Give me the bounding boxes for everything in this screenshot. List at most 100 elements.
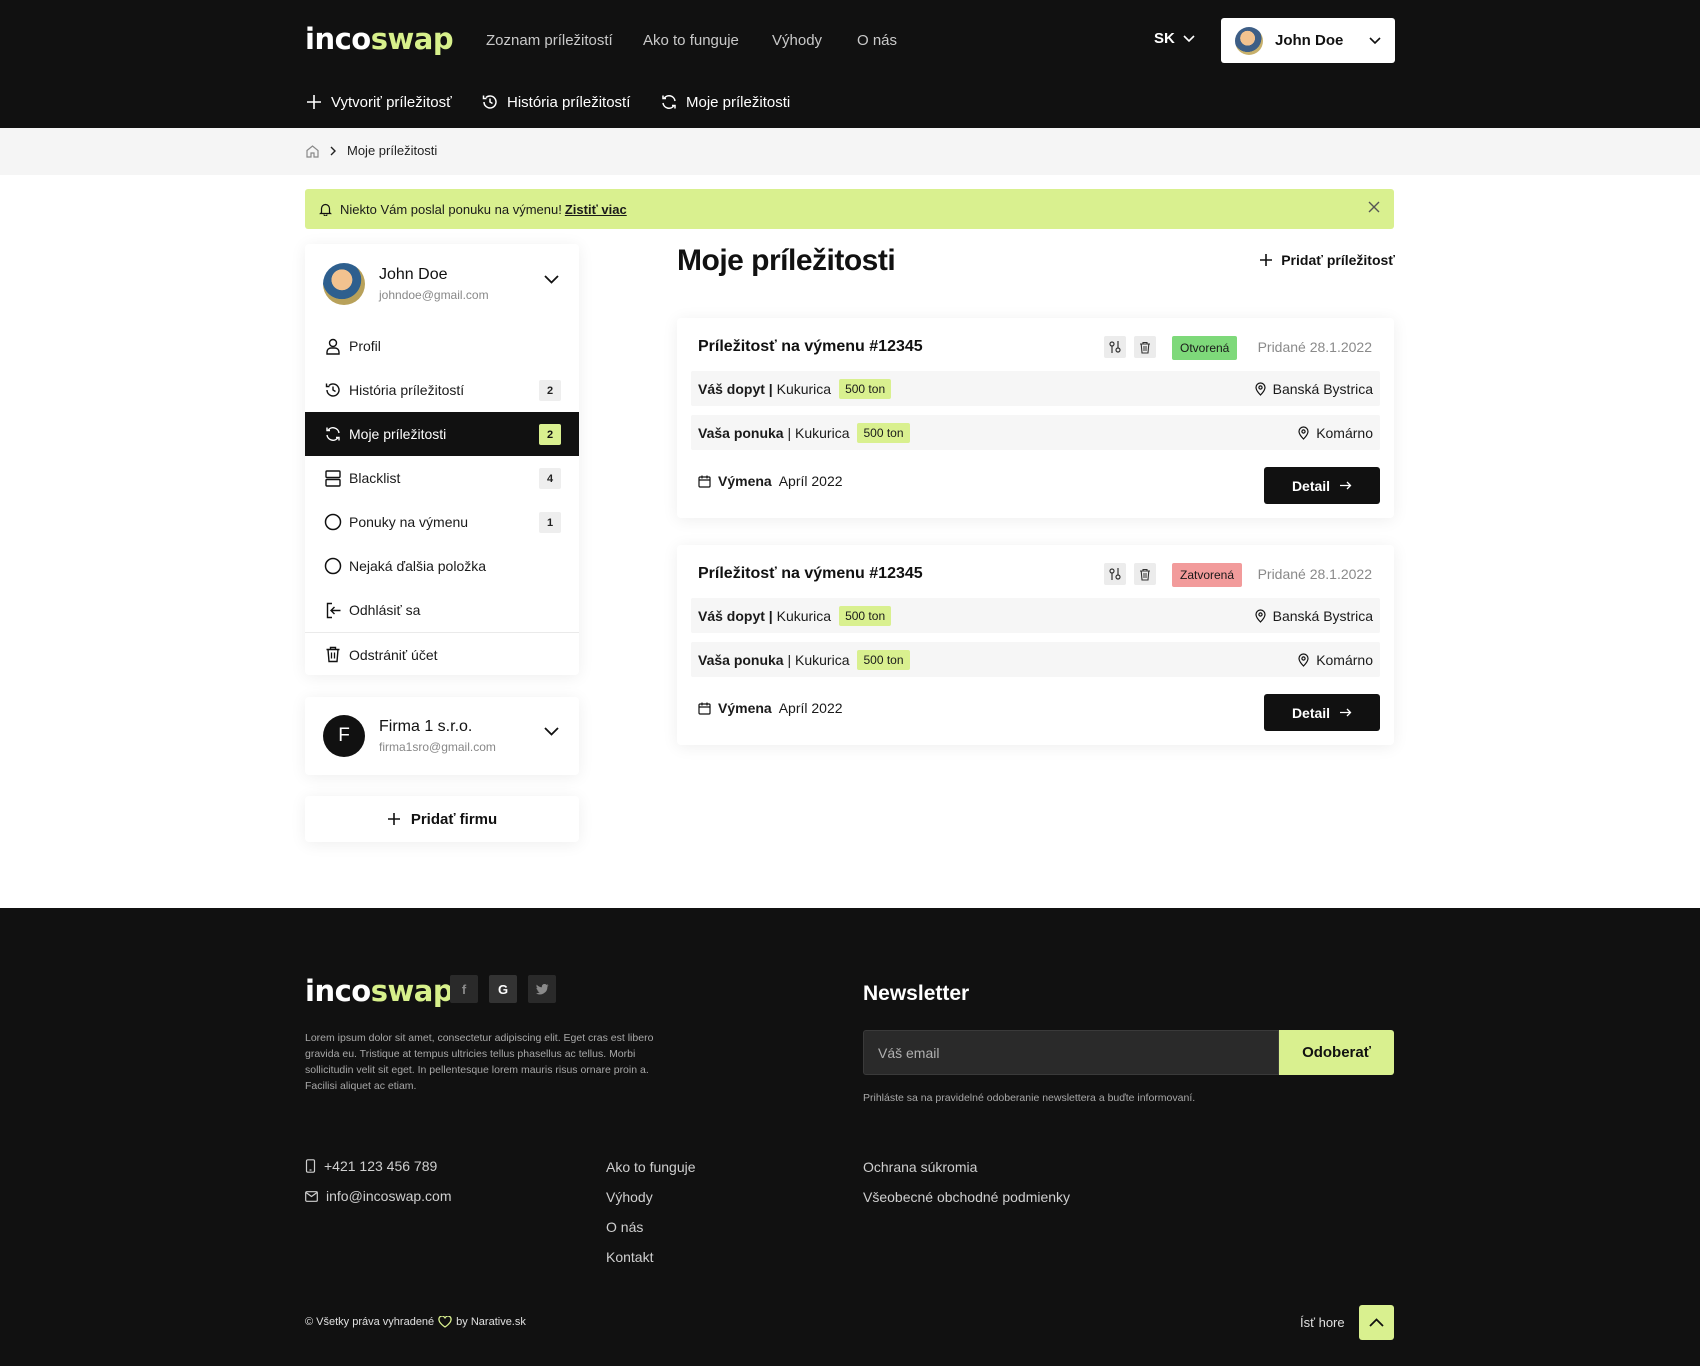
demand-item: Kukurica [776,607,832,624]
chevron-down-icon [1183,34,1195,43]
copyright: © Všetky práva vyhradené by Narative.sk [305,1316,526,1328]
chevron-down-icon [1369,36,1381,45]
calendar-icon [698,702,711,715]
subscribe-button[interactable]: Odoberať [1279,1030,1394,1075]
opportunity-title: Príležitosť na výmenu #12345 [698,565,923,582]
user-name: John Doe [1275,32,1344,49]
count-badge: 4 [539,468,561,489]
facebook-icon[interactable]: f [450,975,478,1003]
location-text: Banská Bystrica [1272,607,1373,624]
location-text: Banská Bystrica [1272,380,1373,397]
detail-button[interactable]: Detail [1264,694,1380,731]
close-icon[interactable] [1368,201,1380,213]
breadcrumb-trail: Moje príležitosti [305,143,437,158]
twitter-icon[interactable] [528,975,556,1003]
edit-settings-icon[interactable] [1104,336,1126,358]
sidebar-item-other[interactable]: Nejaká ďalšia položka [305,544,579,588]
refresh-icon [660,93,678,111]
offer-row: Vaša ponuka | Kukurica 500 ton Komárno [691,642,1380,677]
calendar-icon [698,475,711,488]
plus-icon [1259,253,1273,267]
bell-icon [319,202,332,216]
home-icon[interactable] [305,144,320,158]
facebook-glyph: f [461,981,467,997]
footer-link-terms[interactable]: Všeobecné obchodné podmienky [863,1189,1070,1205]
google-icon[interactable]: G [489,975,517,1003]
history-icon [481,93,499,111]
subnav-create-opportunity[interactable]: Vytvoriť príležitosť [305,93,452,111]
phone-text: +421 123 456 789 [324,1158,438,1174]
alert-link[interactable]: Zistiť viac [565,202,627,217]
footer-link-how-it-works[interactable]: Ako to funguje [606,1159,696,1175]
alert-text: Niekto Vám poslal ponuku na výmenu! [340,201,562,217]
nav-link-about[interactable]: O nás [857,30,897,52]
footer-phone[interactable]: +421 123 456 789 [305,1158,437,1174]
sidebar-item-delete-account[interactable]: Odstrániť účet [305,632,579,675]
subnav-my-opportunities[interactable]: Moje príležitosti [660,93,790,111]
demand-label: Váš dopyt | [698,380,773,397]
top-header [0,0,1700,128]
circle-icon [323,556,343,576]
add-opportunity-button[interactable]: Pridať príležitosť [1259,252,1395,268]
back-to-top-label[interactable]: Ísť hore [1300,1315,1345,1330]
add-opportunity-label: Pridať príležitosť [1281,252,1395,268]
sidebar-item-my-opportunities[interactable]: Moje príležitosti 2 [305,412,579,456]
nav-link-how-it-works[interactable]: Ako to funguje [643,30,739,52]
mail-icon [305,1190,318,1202]
back-to-top-button[interactable] [1359,1305,1394,1340]
heart-icon [438,1316,452,1328]
trash-icon[interactable] [1134,336,1156,358]
sidebar-firm-card[interactable]: F Firma 1 s.r.o. firma1sro@gmail.com [305,697,579,775]
exchange-label: Výmena [718,473,772,489]
add-firm-button[interactable]: Pridať firmu [305,796,579,842]
footer-logo[interactable]: incoswap [305,974,454,1008]
sidebar-user-email: johndoe@gmail.com [379,288,489,302]
nav-link-opportunities-list[interactable]: Zoznam príležitostí [486,30,613,52]
exchange-label: Výmena [718,700,772,716]
chevron-down-icon[interactable] [544,275,559,284]
quantity-badge: 500 ton [839,378,892,399]
logo-text-green: swap [370,974,454,1008]
trash-icon[interactable] [1134,563,1156,585]
quantity-badge: 500 ton [857,422,910,443]
detail-button[interactable]: Detail [1264,467,1380,504]
footer-link-privacy[interactable]: Ochrana súkromia [863,1159,977,1175]
footer-link-benefits[interactable]: Výhody [606,1189,653,1205]
logo-text-white: inco [305,974,371,1008]
newsletter-email-input[interactable] [863,1030,1279,1075]
sidebar-user-card: John Doe johndoe@gmail.com Profil Histór… [305,244,579,675]
language-select[interactable]: SK [1154,30,1195,47]
logo[interactable]: incoswap [305,22,454,56]
plus-icon [387,812,401,826]
quantity-badge: 500 ton [839,605,892,626]
exchange-date: Výmena Apríl 2022 [698,473,843,489]
footer-email[interactable]: info@incoswap.com [305,1188,452,1204]
sidebar-item-profile[interactable]: Profil [305,324,579,368]
offer-item: | Kukurica [787,424,850,441]
subnav-history[interactable]: História príležitostí [481,93,630,111]
circle-icon [323,512,343,532]
user-menu-button[interactable]: John Doe [1221,18,1395,63]
sidebar-item-logout[interactable]: Odhlásiť sa [305,588,579,632]
nav-link-benefits[interactable]: Výhody [772,30,822,52]
footer-link-about[interactable]: O nás [606,1219,643,1235]
firm-avatar: F [323,715,365,757]
footer-link-contact[interactable]: Kontakt [606,1249,653,1265]
chevron-right-icon [330,146,337,156]
author-link[interactable]: by Narative.sk [456,1316,526,1328]
edit-settings-icon[interactable] [1104,563,1126,585]
sidebar-item-label: Odstrániť účet [349,646,438,663]
chevron-down-icon[interactable] [544,727,559,736]
sidebar-item-history[interactable]: História príležitostí 2 [305,368,579,412]
sidebar-user-header[interactable]: John Doe johndoe@gmail.com [305,244,579,324]
opportunity-title: Príležitosť na výmenu #12345 [698,338,923,355]
phone-icon [305,1159,316,1173]
firm-name: Firma 1 s.r.o. [379,718,473,735]
location-pin-icon [1298,652,1309,667]
copyright-text: © Všetky práva vyhradené [305,1316,435,1328]
demand-row: Váš dopyt | Kukurica 500 ton Banská Byst… [691,598,1380,633]
sidebar-item-exchange-offers[interactable]: Ponuky na výmenu 1 [305,500,579,544]
demand-label: Váš dopyt | [698,607,773,624]
firm-email: firma1sro@gmail.com [379,740,496,754]
sidebar-item-blacklist[interactable]: Blacklist 4 [305,456,579,500]
